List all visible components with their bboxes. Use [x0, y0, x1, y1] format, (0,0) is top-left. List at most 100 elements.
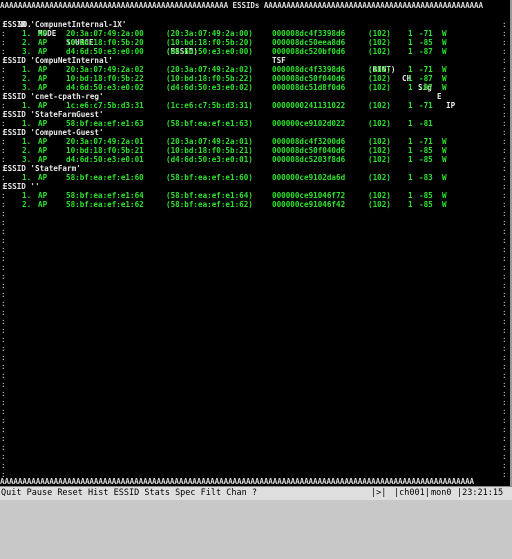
row-bint: (102) — [368, 83, 391, 92]
frame-edge-left: : — [1, 92, 6, 101]
row-bssid: (1c:e6:c7:5b:d3:31) — [166, 101, 253, 110]
col-e: E — [437, 92, 442, 101]
ap-row[interactable]: 3. AP d4:6d:50:e3:e0:01 (d4:6d:50:e3:e0:01)… — [0, 155, 500, 164]
frame-edge-left: : — [1, 263, 6, 272]
frame-edge-right: : — [502, 281, 507, 290]
row-mode: AP — [38, 137, 48, 146]
row-encryption: W — [442, 47, 447, 56]
row-number: 2. — [22, 146, 32, 155]
menu-item-hist[interactable]: Hist — [88, 488, 114, 498]
frame-edge-right: : — [502, 353, 507, 362]
row-bint: (102) — [368, 137, 391, 146]
ap-row[interactable]: 2. AP 10:bd:18:f0:5b:20 (10:bd:18:f0:5b:20)… — [0, 38, 500, 47]
row-channel: 1 — [408, 200, 413, 209]
row-encryption: W — [442, 74, 447, 83]
frame-edge-right: : — [502, 155, 507, 164]
row-channel: 1 — [408, 155, 413, 164]
frame-edge-left: : — [1, 173, 6, 182]
menu-item-[interactable]: ? — [252, 488, 257, 498]
row-mode: AP — [38, 155, 48, 164]
row-bssid: (58:bf:ea:ef:e1:62) — [166, 200, 253, 209]
menu-item-quit[interactable]: Quit — [1, 488, 27, 498]
row-tsf: 000008dc4f3200d6 — [272, 137, 346, 146]
ap-row[interactable]: 1. AP 20:3a:07:49:2a:00 (20:3a:07:49:2a:00)… — [0, 29, 500, 38]
row-bssid: (d4:6d:50:e3:e0:00) — [166, 47, 253, 56]
row-encryption: W — [442, 29, 447, 38]
row-signal: -87 — [419, 47, 433, 56]
menu-item-spec[interactable]: Spec — [175, 488, 201, 498]
frame-edge-right: : — [502, 56, 507, 65]
row-tsf: 000008dc51d8f0d6 — [272, 83, 346, 92]
ap-row[interactable]: 1. AP 20:3a:07:49:2a:02 (20:3a:07:49:2a:02)… — [0, 65, 500, 74]
row-encryption: W — [442, 137, 447, 146]
row-signal: -71 — [419, 137, 433, 146]
menu-item-pause[interactable]: Pause — [27, 488, 58, 498]
row-bssid: (20:3a:07:49:2a:01) — [166, 137, 253, 146]
ap-row[interactable]: 3. AP d4:6d:50:e3:e0:00 (d4:6d:50:e3:e0:00)… — [0, 47, 500, 56]
row-bssid: (d4:6d:50:e3:e0:01) — [166, 155, 253, 164]
menu-item-stats[interactable]: Stats — [144, 488, 175, 498]
frame-edge-left: : — [1, 362, 6, 371]
row-source: d4:6d:50:e3:e0:01 — [66, 155, 144, 164]
row-source: d4:6d:50:e3:e0:02 — [66, 83, 144, 92]
row-encryption: W — [442, 155, 447, 164]
ap-row[interactable]: 1. AP 58:bf:ea:ef:e1:64 (58:bf:ea:ef:e1:64)… — [0, 191, 500, 200]
col-tsf: TSF — [272, 56, 286, 65]
row-tsf: 000000ce91046f42 — [272, 200, 346, 209]
frame-edge-left: : — [1, 245, 6, 254]
row-encryption: W — [442, 38, 447, 47]
ap-row[interactable]: 1. AP 1c:e6:c7:5b:d3:31 (1c:e6:c7:5b:d3:31)… — [0, 101, 500, 110]
row-number: 3. — [22, 155, 32, 164]
ap-row[interactable]: 3. AP d4:6d:50:e3:e0:02 (d4:6d:50:e3:e0:02)… — [0, 83, 500, 92]
row-signal: -85 — [419, 146, 433, 155]
frame-edge-right: : — [502, 110, 507, 119]
row-channel: 1 — [408, 29, 413, 38]
frame-edge-left: : — [1, 200, 6, 209]
row-channel: 1 — [408, 38, 413, 47]
row-number: 1. — [22, 119, 32, 128]
frame-edge-left: : — [1, 407, 6, 416]
row-bint: (102) — [368, 29, 391, 38]
row-mode: AP — [38, 173, 48, 182]
row-signal: -87 — [419, 74, 433, 83]
menu-item-chan[interactable]: Chan — [226, 488, 252, 498]
essid-heading: ESSID 'CompunetInternal-1X' — [3, 20, 127, 29]
row-bint: (102) — [368, 173, 391, 182]
row-bssid: (10:bd:18:f0:5b:21) — [166, 146, 253, 155]
frame-edge-left: : — [1, 218, 6, 227]
ap-row[interactable]: 1. AP 20:3a:07:49:2a:01 (20:3a:07:49:2a:01)… — [0, 137, 500, 146]
row-mode: AP — [38, 74, 48, 83]
row-mode: AP — [38, 65, 48, 74]
row-bint: (102) — [368, 65, 391, 74]
menu-item-reset[interactable]: Reset — [57, 488, 88, 498]
row-bint: (102) — [368, 200, 391, 209]
row-number: 2. — [22, 200, 32, 209]
frame-edge-left: : — [1, 128, 6, 137]
frame-edge-left: : — [1, 371, 6, 380]
frame-edge-right: : — [502, 308, 507, 317]
ap-row[interactable]: 2. AP 10:bd:18:f0:5b:22 (10:bd:18:f0:5b:22)… — [0, 74, 500, 83]
frame-edge-left: : — [1, 56, 6, 65]
row-tsf: 000008dc5203f8d6 — [272, 155, 346, 164]
row-encryption: W — [442, 146, 447, 155]
row-bint: (102) — [368, 146, 391, 155]
row-source: 20:3a:07:49:2a:01 — [66, 137, 144, 146]
frame-edge-left: : — [1, 29, 6, 38]
row-channel: 1 — [408, 83, 413, 92]
menu-item-essid[interactable]: ESSID — [114, 488, 145, 498]
frame-edge-left: : — [1, 344, 6, 353]
ap-row[interactable]: 1. AP 58:bf:ea:ef:e1:60 (58:bf:ea:ef:e1:60)… — [0, 173, 500, 182]
frame-edge-left: : — [1, 227, 6, 236]
row-bssid: (20:3a:07:49:2a:00) — [166, 29, 253, 38]
status-bar: Quit Pause Reset Hist ESSID Stats Spec F… — [0, 486, 512, 500]
ap-row[interactable]: 2. AP 58:bf:ea:ef:e1:62 (58:bf:ea:ef:e1:62)… — [0, 200, 500, 209]
frame-edge-right: : — [502, 263, 507, 272]
frame-edge-right: : — [502, 101, 507, 110]
ap-row[interactable]: 1. AP 58:bf:ea:ef:e1:63 (58:bf:ea:ef:e1:63)… — [0, 119, 500, 128]
frame-edge-right: : — [502, 236, 507, 245]
row-signal: -83 — [419, 173, 433, 182]
frame-edge-left: : — [1, 326, 6, 335]
row-tsf: 000008dc4f3398d6 — [272, 65, 346, 74]
ap-row[interactable]: 2. AP 10:bd:18:f0:5b:21 (10:bd:18:f0:5b:21)… — [0, 146, 500, 155]
menu-item-filt[interactable]: Filt — [201, 488, 227, 498]
